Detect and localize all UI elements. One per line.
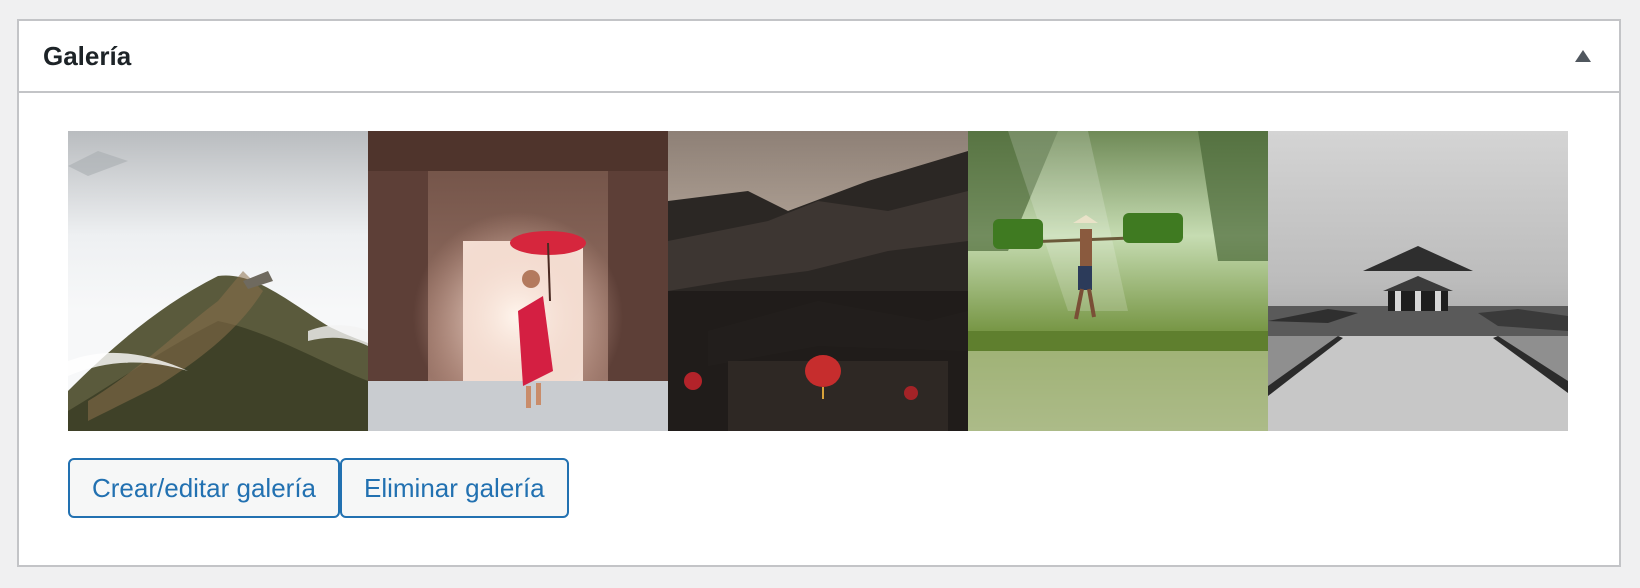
pavilion-bw-image[interactable] xyxy=(1268,131,1568,431)
metabox-header: Galería xyxy=(19,21,1619,93)
gallery-actions: Crear/editar galería Eliminar galería xyxy=(68,458,569,518)
gallery-metabox: Galería Crear/editar galería Eliminar ga… xyxy=(17,19,1621,567)
edit-gallery-button[interactable]: Crear/editar galería xyxy=(68,458,340,518)
great-wall-image[interactable] xyxy=(68,131,368,431)
gallery-thumbnails xyxy=(68,131,1568,431)
delete-gallery-button[interactable]: Eliminar galería xyxy=(340,458,569,518)
rice-farmer-image[interactable] xyxy=(968,131,1268,431)
toggle-panel-button[interactable] xyxy=(1547,21,1619,91)
triangle-up-icon xyxy=(1575,50,1591,62)
chinese-rooftops-lanterns-image[interactable] xyxy=(668,131,968,431)
metabox-title: Galería xyxy=(43,40,132,71)
monk-umbrella-image[interactable] xyxy=(368,131,668,431)
